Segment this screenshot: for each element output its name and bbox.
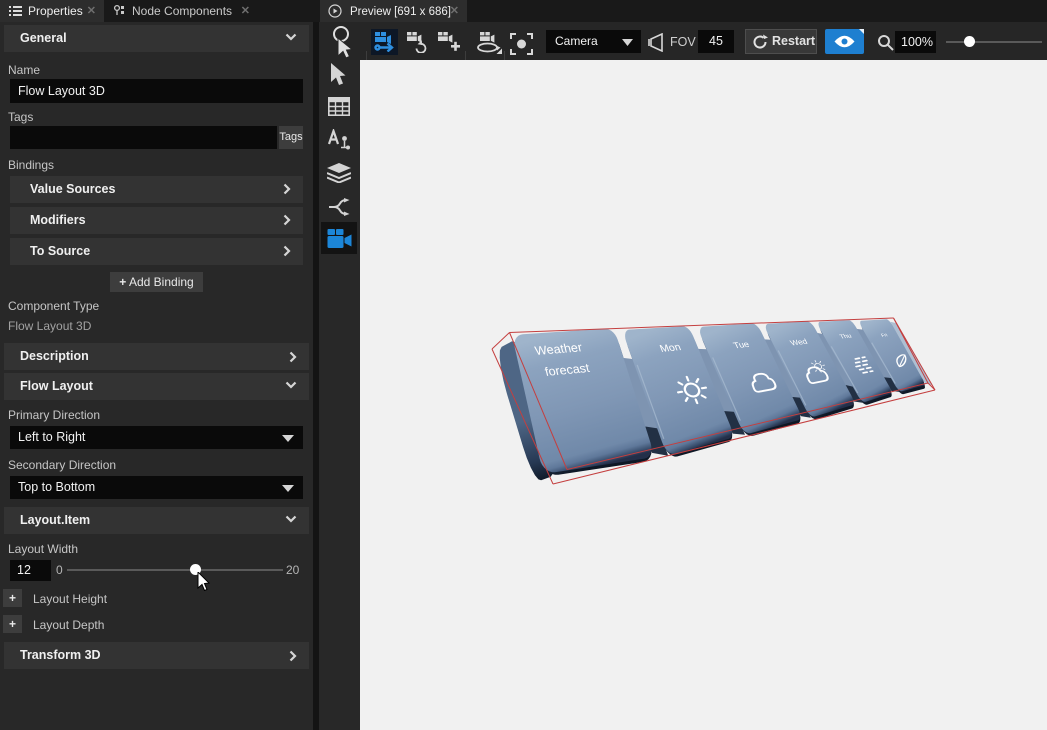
svg-text:Mon: Mon — [658, 343, 682, 355]
